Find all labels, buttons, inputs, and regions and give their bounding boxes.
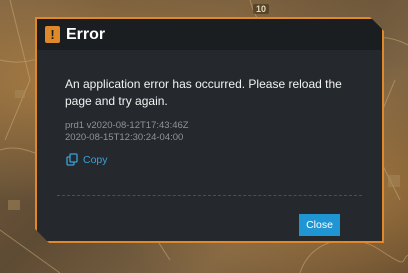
dialog-title: Error	[66, 25, 106, 43]
error-dialog: ! Error An application error has occurre…	[35, 17, 384, 243]
error-message: An application error has occurred. Pleas…	[65, 77, 342, 108]
dialog-header: ! Error	[37, 19, 382, 50]
error-timestamp: 2020-08-15T12:30:24-04:00	[65, 132, 184, 143]
copy-label: Copy	[83, 153, 108, 166]
dialog-divider	[57, 195, 362, 196]
map-marker-label: 10	[253, 4, 270, 14]
warning-icon: !	[45, 26, 60, 43]
version-info: prd1 v2020-08-12T17:43:46Z 2020-08-15T12…	[65, 120, 189, 144]
copy-icon	[66, 153, 79, 166]
close-button[interactable]: Close	[299, 214, 340, 236]
copy-button[interactable]: Copy	[66, 153, 108, 166]
build-version: prd1 v2020-08-12T17:43:46Z	[65, 120, 189, 131]
